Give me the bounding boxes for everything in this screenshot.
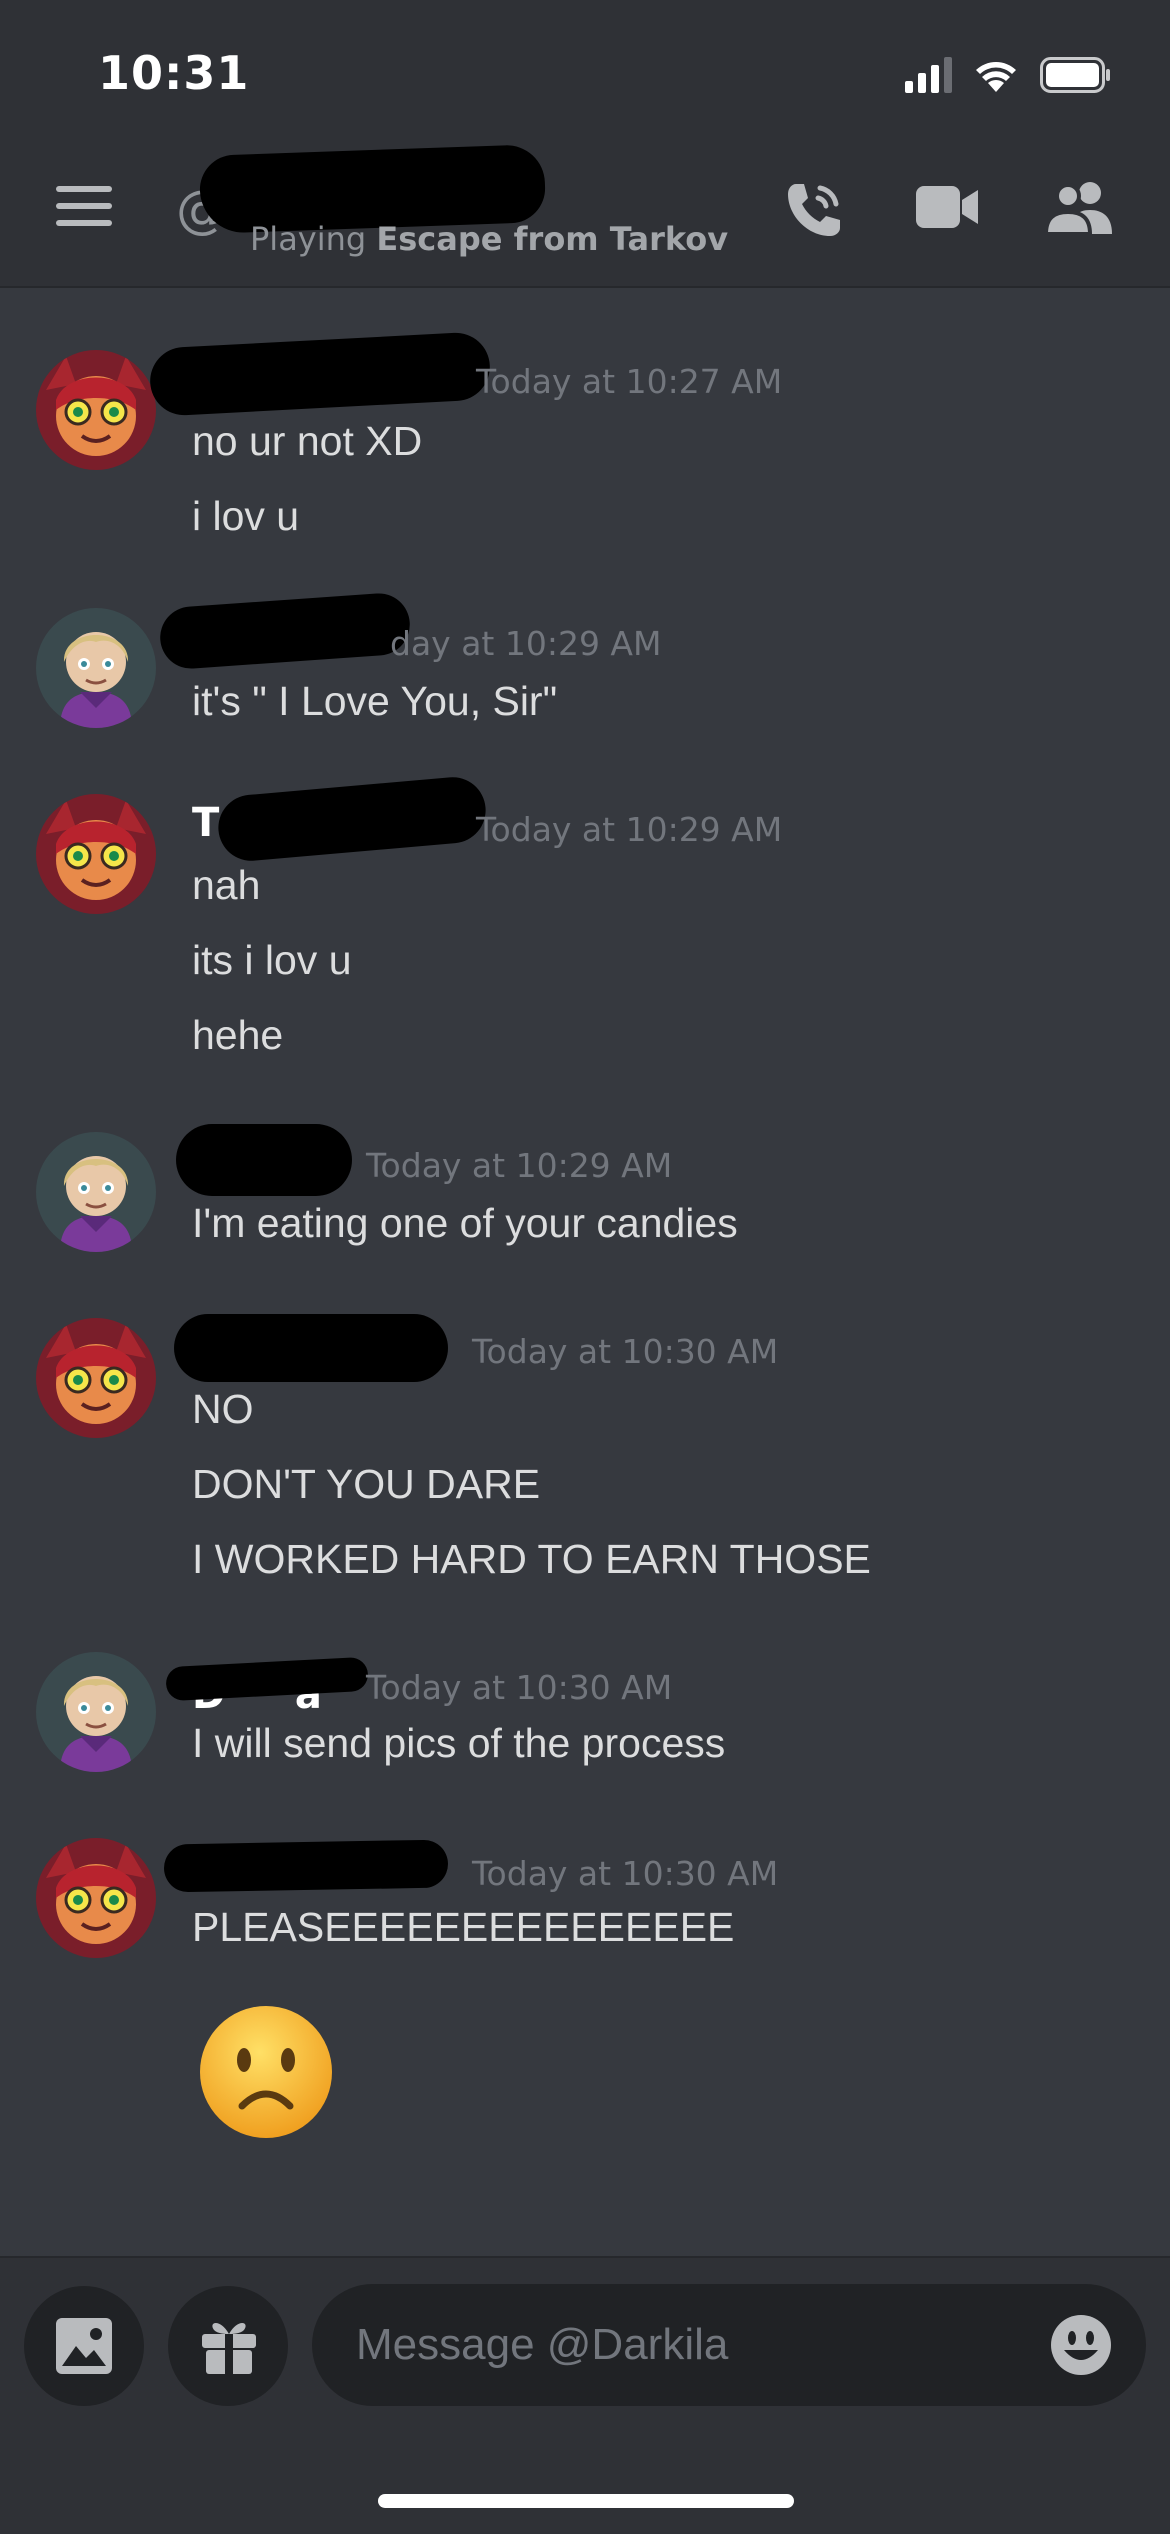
status-icons: [905, 52, 1112, 98]
status-time: 10:31: [98, 46, 250, 100]
message-text: no ur not XD: [192, 418, 423, 464]
avatar[interactable]: [36, 350, 156, 470]
avatar[interactable]: [36, 1838, 156, 1958]
message-text: I will send pics of the process: [192, 1720, 726, 1766]
timestamp: Today at 10:29 AM: [476, 810, 783, 849]
redacted-username: [165, 1656, 369, 1702]
image-icon: [56, 2318, 112, 2378]
avatar[interactable]: [36, 1132, 156, 1252]
activity-status: Playing Escape from Tarkov: [250, 220, 729, 258]
username-fragment: T: [192, 800, 220, 846]
redacted-username: [148, 331, 492, 417]
gift-button[interactable]: [168, 2286, 288, 2406]
frowning-face-emoji: [196, 2002, 336, 2146]
battery-icon: [1040, 57, 1112, 93]
members-icon[interactable]: [1043, 180, 1116, 238]
message-text: NO: [192, 1386, 254, 1432]
message-text: its i lov u: [192, 937, 352, 983]
video-camera-icon[interactable]: [916, 184, 980, 234]
message-text: it's " I Love You, Sir": [192, 678, 558, 724]
smiley-emoji-icon[interactable]: [1050, 2314, 1112, 2380]
timestamp: Today at 10:30 AM: [472, 1854, 779, 1893]
avatar[interactable]: [36, 794, 156, 914]
wifi-icon: [974, 58, 1018, 92]
message-text: PLEASEEEEEEEEEEEEEEE: [192, 1904, 735, 1950]
signal-bars-icon: [905, 57, 952, 93]
message-text: i lov u: [192, 493, 300, 539]
image-attach-button[interactable]: [24, 2286, 144, 2406]
message-text: hehe: [192, 1012, 284, 1058]
message-input[interactable]: [312, 2284, 1146, 2406]
message-text: nah: [192, 862, 261, 908]
message-text: I WORKED HARD TO EARN THOSE: [192, 1536, 871, 1582]
redacted-username: [174, 1314, 448, 1382]
avatar[interactable]: [36, 608, 156, 728]
timestamp: Today at 10:30 AM: [366, 1668, 673, 1707]
timestamp: day at 10:29 AM: [390, 624, 662, 663]
timestamp: Today at 10:27 AM: [476, 362, 783, 401]
message-text: I'm eating one of your candies: [192, 1200, 738, 1246]
redacted-username: [215, 774, 489, 864]
phone-call-icon[interactable]: [782, 176, 848, 246]
redacted-username: [163, 1839, 449, 1893]
hamburger-menu-icon[interactable]: [56, 186, 112, 226]
timestamp: Today at 10:30 AM: [472, 1332, 779, 1371]
redacted-username: [176, 1124, 352, 1196]
message-text: DON'T YOU DARE: [192, 1461, 541, 1507]
timestamp: Today at 10:29 AM: [366, 1146, 673, 1185]
avatar[interactable]: [36, 1318, 156, 1438]
avatar[interactable]: [36, 1652, 156, 1772]
gift-icon: [200, 2316, 258, 2378]
redacted-username: [158, 591, 412, 671]
top-bar: 10:31 @ Playing Escape from Tarkov: [0, 0, 1170, 288]
home-indicator[interactable]: [378, 2494, 794, 2508]
